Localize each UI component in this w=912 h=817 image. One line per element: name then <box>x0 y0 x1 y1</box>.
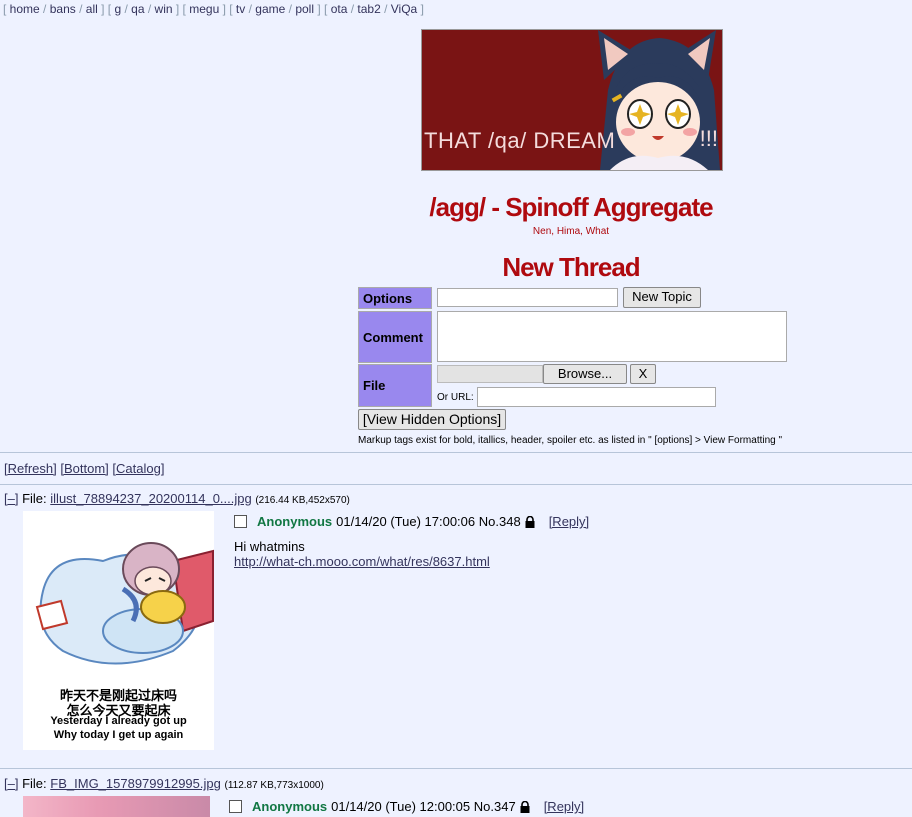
view-hidden-options-button[interactable]: [View Hidden Options] <box>358 409 506 430</box>
nav-link-tab2[interactable]: tab2 <box>357 2 380 16</box>
file-name-link[interactable]: FB_IMG_1578979912995.jpg <box>50 776 221 791</box>
comment-label: Comment <box>358 311 432 363</box>
clear-file-button[interactable]: X <box>630 364 656 384</box>
hide-post-toggle[interactable]: [–] <box>4 491 18 506</box>
thumbnail-illustration <box>35 542 214 665</box>
file-label-text: File: <box>22 776 47 791</box>
nav-link-win[interactable]: win <box>155 2 173 16</box>
board-subtitle: Nen, Hima, What <box>532 226 610 237</box>
file-info: [–] File: illust_78894237_20200114_0....… <box>4 491 350 506</box>
file-meta: (112.87 KB,773x1000) <box>224 780 324 791</box>
thumbnail-caption-line: Why today I get up again <box>53 729 184 741</box>
nav-link-tv[interactable]: tv <box>236 2 245 16</box>
comment-textarea[interactable] <box>437 311 787 362</box>
board-title: /agg/ - Spinoff Aggregate <box>429 192 713 222</box>
poster-name: Anonymous <box>252 799 328 814</box>
reply-link[interactable]: [Reply] <box>544 799 584 814</box>
markup-note: Markup tags exist for bold, itallics, he… <box>358 435 783 446</box>
hide-post-toggle[interactable]: [–] <box>4 776 18 791</box>
file-name-link[interactable]: illust_78894237_20200114_0....jpg <box>50 491 251 506</box>
board-banner[interactable]: THAT /qa/ DREAM !!! <box>421 29 723 171</box>
post-header: Anonymous 01/14/20 (Tue) 17:00:06 No.348… <box>234 514 589 529</box>
new-thread-heading: New Thread <box>502 252 640 282</box>
post-select-checkbox[interactable] <box>234 515 247 528</box>
nav-link-ota[interactable]: ota <box>331 2 348 16</box>
or-url-label: Or URL: <box>437 392 474 403</box>
top-nav: [ home / bans / all ] [ g / qa / win ] [… <box>3 2 424 16</box>
nav-link-poll[interactable]: poll <box>295 2 314 16</box>
post-date: 01/14/20 (Tue) 12:00:05 <box>331 799 471 814</box>
lock-icon <box>525 515 535 528</box>
options-input[interactable] <box>437 288 618 307</box>
file-label: File <box>358 364 432 407</box>
options-label: Options <box>358 287 432 309</box>
divider <box>0 768 912 769</box>
poster-name: Anonymous <box>257 514 333 529</box>
file-info: [–] File: FB_IMG_1578979912995.jpg (112.… <box>4 776 324 791</box>
nav-link-game[interactable]: game <box>255 2 285 16</box>
banner-text: THAT /qa/ DREAM <box>424 128 616 153</box>
refresh-link[interactable]: [Refresh] <box>4 461 57 476</box>
catalog-link[interactable]: [Catalog] <box>112 461 164 476</box>
thumbnail-caption-line: Yesterday I already got up <box>50 715 187 727</box>
browse-button[interactable]: Browse... <box>543 364 627 384</box>
nav-link-home[interactable]: home <box>10 2 40 16</box>
nav-link-qa[interactable]: qa <box>131 2 144 16</box>
banner-text-tail: !!! <box>699 126 718 151</box>
new-topic-button[interactable]: New Topic <box>623 287 701 308</box>
post-number-link[interactable]: No.347 <box>474 799 516 814</box>
post-body: Hi whatmins <box>234 539 305 554</box>
post-header: Anonymous 01/14/20 (Tue) 12:00:05 No.347… <box>229 799 584 814</box>
reply-link[interactable]: [Reply] <box>549 514 589 529</box>
file-meta: (216.44 KB,452x570) <box>255 495 350 506</box>
post-link[interactable]: http://what-ch.mooo.com/what/res/8637.ht… <box>234 554 490 569</box>
lock-icon <box>520 800 530 813</box>
bottom-link[interactable]: [Bottom] <box>60 461 108 476</box>
post-select-checkbox[interactable] <box>229 800 242 813</box>
nav-link-viqa[interactable]: ViQa <box>391 2 417 16</box>
divider <box>0 452 912 453</box>
url-input[interactable] <box>477 387 716 407</box>
thread-controls: [Refresh] [Bottom] [Catalog] <box>4 461 164 476</box>
file-label-text: File: <box>22 491 47 506</box>
divider <box>0 484 912 485</box>
nav-link-megu[interactable]: megu <box>189 2 219 16</box>
post-thumbnail[interactable] <box>23 796 210 817</box>
file-input-field[interactable] <box>437 365 543 383</box>
post-number-link[interactable]: No.348 <box>479 514 521 529</box>
post-date: 01/14/20 (Tue) 17:00:06 <box>336 514 476 529</box>
nav-link-all[interactable]: all <box>86 2 98 16</box>
nav-link-bans[interactable]: bans <box>50 2 76 16</box>
post-thumbnail[interactable]: 昨天不是刚起过床吗 怎么今天又要起床 Yesterday I already g… <box>23 511 214 750</box>
